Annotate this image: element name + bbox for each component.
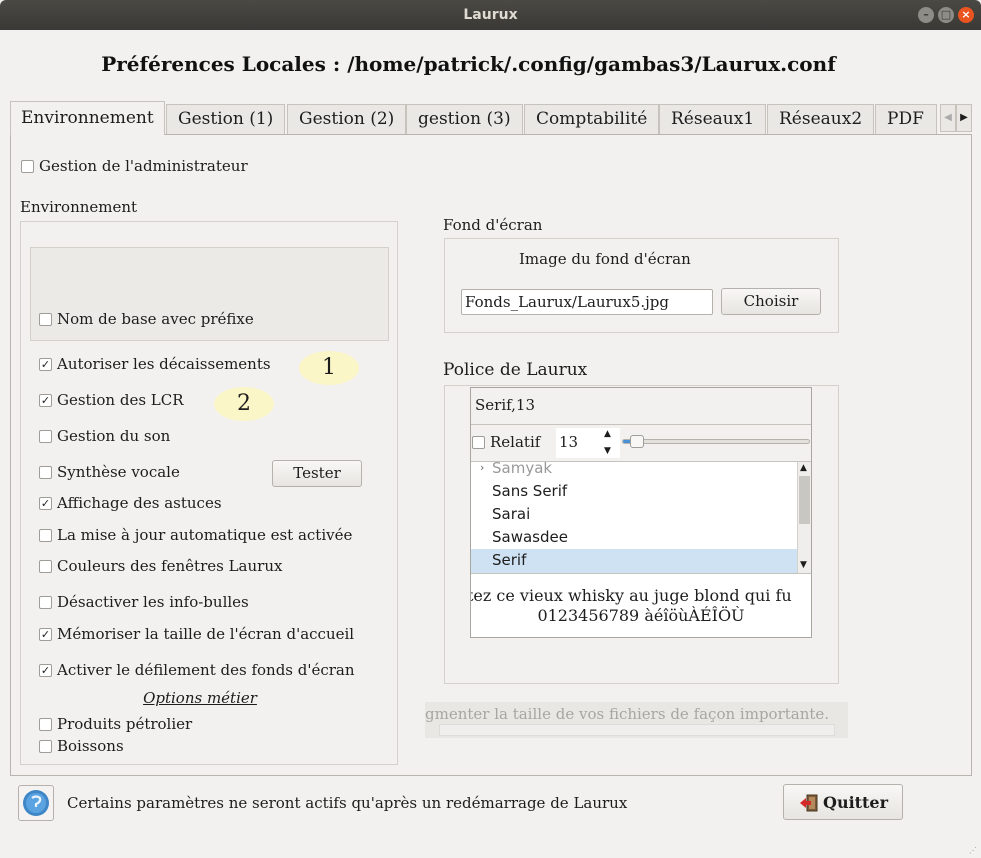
police-title: Police de Laurux bbox=[443, 360, 588, 380]
admin-label: Gestion de l'administrateur bbox=[39, 157, 248, 175]
option-label: Désactiver les info-bulles bbox=[57, 593, 249, 611]
metier-checkbox[interactable] bbox=[39, 740, 52, 753]
font-list-item[interactable]: Samyak bbox=[492, 462, 552, 477]
nom-base-label: Nom de base avec préfixe bbox=[57, 310, 254, 328]
option-checkbox[interactable]: ✓ bbox=[39, 497, 52, 510]
option-label: Gestion des LCR bbox=[57, 391, 184, 409]
option-label: Couleurs des fenêtres Laurux bbox=[57, 557, 283, 575]
font-current: Serif,13 bbox=[475, 396, 535, 414]
font-list[interactable]: › Samyak Sans Serif Sarai Sawasdee Serif… bbox=[471, 461, 811, 573]
expand-icon: › bbox=[480, 461, 485, 474]
tab-reseaux1[interactable]: Réseaux1 bbox=[659, 104, 767, 134]
font-list-item[interactable]: Sarai bbox=[492, 505, 530, 523]
option-label: Gestion du son bbox=[57, 427, 171, 445]
option-checkbox[interactable] bbox=[39, 596, 52, 609]
relatif-checkbox[interactable] bbox=[472, 436, 485, 449]
window-titlebar: Laurux bbox=[0, 0, 981, 30]
option-label: Synthèse vocale bbox=[57, 463, 180, 481]
maximize-button[interactable]: □ bbox=[938, 7, 954, 23]
scroll-up-icon[interactable]: ▲ bbox=[800, 463, 807, 473]
option-label: Activer le défilement des fonds d'écran bbox=[57, 661, 355, 679]
fond-title: Fond d'écran bbox=[443, 216, 543, 234]
metier-label: Boissons bbox=[57, 737, 124, 755]
quit-button[interactable]: Quitter bbox=[783, 784, 903, 820]
spin-down-icon[interactable]: ▼ bbox=[604, 446, 611, 456]
choisir-button[interactable]: Choisir bbox=[721, 288, 821, 315]
tab-reseaux2[interactable]: Réseaux2 bbox=[767, 104, 875, 134]
tab-gestion-3[interactable]: gestion (3) bbox=[406, 104, 523, 134]
option-checkbox[interactable] bbox=[39, 430, 52, 443]
scroll-thumb[interactable] bbox=[799, 476, 810, 524]
tab-gestion-2[interactable]: Gestion (2) bbox=[287, 104, 407, 134]
quit-label: Quitter bbox=[823, 793, 889, 812]
preview-line-1: tez ce vieux whisky au juge blond qui fu bbox=[471, 586, 792, 605]
option-checkbox[interactable]: ✓ bbox=[39, 394, 52, 407]
nom-base-checkbox[interactable] bbox=[39, 313, 52, 326]
option-checkbox[interactable] bbox=[39, 529, 52, 542]
divider bbox=[471, 424, 811, 425]
window-title: Laurux bbox=[463, 7, 518, 23]
option-label: Affichage des astuces bbox=[57, 494, 222, 512]
spin-up-icon[interactable]: ▲ bbox=[604, 429, 611, 439]
tab-comptabilite[interactable]: Comptabilité bbox=[524, 104, 660, 134]
preview-line-2: 0123456789 àéîöùÀÉÎÖÙ bbox=[537, 606, 745, 625]
font-list-item[interactable]: Sawasdee bbox=[492, 528, 568, 546]
option-checkbox[interactable] bbox=[39, 560, 52, 573]
admin-checkbox[interactable] bbox=[21, 160, 34, 173]
relatif-label: Relatif bbox=[490, 433, 541, 451]
footer-message: Certains paramètres ne seront actifs qu'… bbox=[67, 794, 628, 812]
tester-button[interactable]: Tester bbox=[272, 460, 362, 487]
option-label: Autoriser les décaissements bbox=[57, 355, 271, 373]
font-list-scrollbar[interactable]: ▲ ▼ bbox=[797, 462, 811, 573]
page-title: Préférences Locales : /home/patrick/.con… bbox=[101, 52, 836, 76]
env-title: Environnement bbox=[20, 198, 138, 216]
resize-grip-icon[interactable]: ⋰ bbox=[969, 846, 978, 855]
option-checkbox[interactable] bbox=[39, 466, 52, 479]
option-label: Mémoriser la taille de l'écran d'accueil bbox=[57, 625, 355, 643]
hint-scroll-area: gmenter la taille de vos fichiers de faç… bbox=[425, 702, 848, 738]
minimize-button[interactable]: – bbox=[918, 7, 934, 23]
hint-text: gmenter la taille de vos fichiers de faç… bbox=[425, 705, 830, 723]
options-metier-heading: Options métier bbox=[143, 689, 257, 707]
close-button[interactable]: × bbox=[958, 7, 974, 23]
tab-environnement[interactable]: Environnement bbox=[10, 101, 165, 135]
size-slider[interactable] bbox=[622, 439, 810, 444]
hint-scrollbar[interactable] bbox=[439, 724, 835, 736]
option-checkbox[interactable]: ✓ bbox=[39, 664, 52, 677]
annotation-bubble-1: 1 bbox=[299, 351, 359, 385]
metier-label: Produits pétrolier bbox=[57, 715, 193, 733]
tab-scroll-left-icon[interactable]: ◀ bbox=[940, 104, 956, 132]
option-checkbox[interactable]: ✓ bbox=[39, 628, 52, 641]
info-button[interactable] bbox=[18, 785, 54, 821]
font-list-item[interactable]: Serif bbox=[492, 551, 526, 569]
annotation-bubble-2: 2 bbox=[214, 387, 274, 421]
tab-gestion-1[interactable]: Gestion (1) bbox=[166, 104, 286, 134]
metier-checkbox[interactable] bbox=[39, 718, 52, 731]
scroll-down-icon[interactable]: ▼ bbox=[800, 560, 807, 570]
option-checkbox[interactable]: ✓ bbox=[39, 358, 52, 371]
fond-file-input[interactable]: Fonds_Laurux/Laurux5.jpg bbox=[461, 289, 713, 315]
tab-scroll-right-icon[interactable]: ▶ bbox=[956, 104, 972, 132]
fond-image-label: Image du fond d'écran bbox=[519, 250, 691, 268]
font-preview: tez ce vieux whisky au juge blond qui fu… bbox=[471, 573, 811, 637]
font-list-item[interactable]: Sans Serif bbox=[492, 482, 567, 500]
exit-door-icon bbox=[800, 794, 818, 812]
info-icon bbox=[23, 790, 49, 816]
tab-pdf[interactable]: PDF bbox=[875, 104, 937, 134]
option-label: La mise à jour automatique est activée bbox=[57, 526, 353, 544]
slider-handle[interactable] bbox=[630, 435, 645, 448]
